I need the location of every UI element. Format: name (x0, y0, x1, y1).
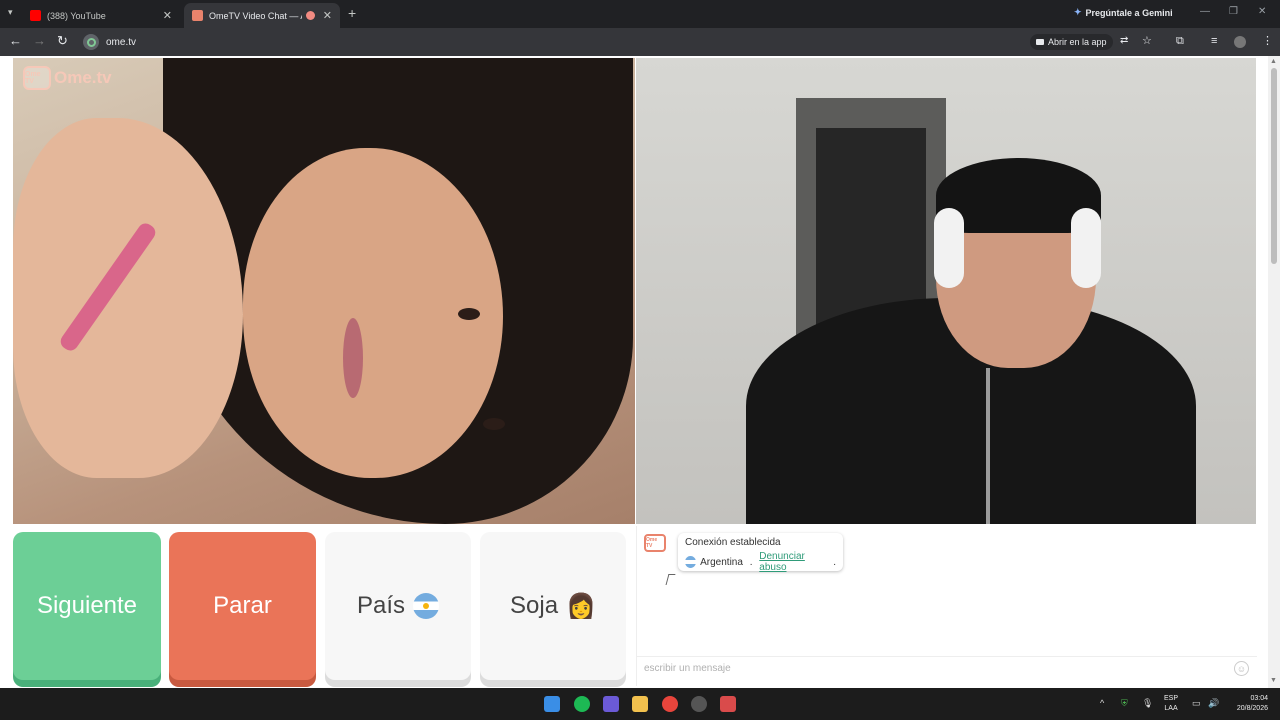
page-content: Ome TV Ome.tv Siguiente Parar País Soja … (0, 56, 1280, 688)
os-taskbar: ^ ⛨ 🎙 ESP LAA ▭ 🔊 03:04 20/8/2026 (0, 688, 1280, 720)
open-in-app-label: Abrir en la app (1048, 37, 1107, 47)
separator: . (746, 556, 756, 568)
chat-panel: Ome TV Conexión establecida Argentina . … (636, 526, 1257, 686)
tray-chevron-icon[interactable]: ^ (1100, 698, 1104, 708)
profile-avatar[interactable] (1234, 36, 1246, 48)
gemini-label: Pregúntale a Gemini (1085, 7, 1173, 18)
stranger-video: Ome TV Ome.tv (13, 58, 635, 524)
clock-time: 03:04 (1250, 695, 1268, 702)
mouse-cursor-icon (665, 574, 676, 585)
gender-filter-button[interactable]: Soja 👩 (480, 532, 626, 680)
headphone-right (1071, 208, 1101, 288)
gemini-sparkle-icon: ✦ (1074, 7, 1082, 17)
country-filter-button[interactable]: País (325, 532, 471, 680)
stop-button[interactable]: Parar (169, 532, 316, 680)
headphone-left (934, 208, 964, 288)
connection-message: Conexión establecida (685, 537, 781, 548)
more-menu-icon[interactable]: ⋮ (1262, 34, 1273, 48)
spotify-icon[interactable] (574, 696, 590, 712)
browser-toolbar: ← → ↻ ome.tv Abrir en la app ⇄ ☆ ⧉ ≡ ⋮ (0, 28, 1280, 56)
bookmark-star-icon[interactable]: ☆ (1142, 34, 1152, 48)
minimize-icon[interactable]: — (1200, 6, 1210, 17)
stop-label: Parar (213, 592, 272, 619)
ometv-brand-text: Ome.tv (54, 68, 112, 87)
windows-start-icon[interactable] (544, 696, 560, 712)
stranger-eye (458, 308, 480, 320)
next-label: Siguiente (36, 592, 138, 619)
next-button[interactable]: Siguiente (13, 532, 161, 680)
microphone-icon[interactable]: 🎙 (1142, 698, 1153, 709)
tab-title: (388) YouTube (47, 10, 106, 21)
stranger-mouth (343, 318, 363, 398)
file-explorer-icon[interactable] (632, 696, 648, 712)
page-scrollbar[interactable]: ▲ ▼ (1268, 56, 1280, 688)
system-clock[interactable]: 03:04 20/8/2026 (1228, 694, 1268, 714)
hoodie-zipper (986, 368, 990, 524)
scroll-down-arrow-icon[interactable]: ▼ (1270, 677, 1277, 684)
extensions-icon[interactable]: ⧉ (1176, 34, 1184, 48)
argentina-flag-icon (413, 593, 440, 619)
app-icon[interactable] (720, 696, 736, 712)
back-arrow-icon[interactable]: ← (9, 34, 22, 48)
tab-title: OmeTV Video Chat — Alter (209, 10, 302, 21)
gender-label: Soja (510, 592, 559, 619)
volume-icon[interactable]: 🔊 (1208, 698, 1219, 709)
emoji-picker-icon[interactable]: ☺ (1234, 661, 1249, 676)
security-shield-icon[interactable]: ⛨ (1121, 698, 1128, 709)
stranger-eye (483, 418, 505, 430)
open-in-app-button[interactable]: Abrir en la app (1030, 34, 1113, 50)
tab-search-chevron-icon[interactable]: ▾ (8, 7, 13, 18)
woman-emoji-icon: 👩 (566, 592, 596, 620)
obs-icon[interactable] (691, 696, 707, 712)
tab-close-icon[interactable]: ✕ (323, 9, 332, 22)
url-text[interactable]: ome.tv (106, 37, 136, 48)
app-icon (1036, 39, 1044, 45)
scroll-up-arrow-icon[interactable]: ▲ (1270, 58, 1277, 65)
display-icon[interactable]: ▭ (1192, 698, 1201, 709)
country-name: Argentina (700, 556, 743, 568)
close-window-icon[interactable]: ✕ (1258, 6, 1266, 17)
argentina-flag-icon (685, 556, 697, 568)
restore-icon[interactable]: ❐ (1229, 6, 1238, 17)
address-bar[interactable]: ome.tv (80, 31, 1140, 53)
youtube-favicon-icon (30, 10, 41, 21)
language-indicator[interactable]: ESP LAA (1164, 694, 1178, 714)
self-video (636, 58, 1256, 524)
ometv-favicon-icon (192, 10, 203, 21)
reload-icon[interactable]: ↻ (57, 34, 68, 48)
message-bar: ☺ (637, 656, 1257, 680)
recording-indicator-icon (305, 11, 315, 20)
ometv-tv-icon: Ome TV (23, 66, 51, 90)
new-tab-button[interactable]: + (348, 5, 356, 21)
system-message: Conexión establecida Argentina . Denunci… (678, 533, 843, 573)
language-code: ESP (1164, 695, 1179, 702)
translate-icon[interactable]: ⇄ (1120, 34, 1128, 48)
report-abuse-link[interactable]: Denunciar abuso (759, 551, 829, 573)
chrome-icon[interactable] (662, 696, 678, 712)
clock-date: 20/8/2026 (1236, 705, 1268, 712)
reading-list-icon[interactable]: ≡ (1211, 34, 1217, 48)
tab-close-icon[interactable]: ✕ (163, 9, 172, 22)
tab-youtube[interactable]: (388) YouTube ✕ (22, 3, 180, 28)
country-label: País (356, 592, 406, 619)
tab-ometv[interactable]: OmeTV Video Chat — Alter ✕ (184, 3, 340, 28)
forward-arrow-icon[interactable]: → (33, 34, 46, 48)
gemini-button[interactable]: ✦ Pregúntale a Gemini (1074, 7, 1173, 18)
report-suffix: . (833, 556, 836, 568)
scrollbar-thumb[interactable] (1271, 68, 1277, 264)
browser-tab-strip: ▾ (388) YouTube ✕ OmeTV Video Chat — Alt… (0, 0, 1280, 28)
site-info-icon[interactable] (83, 34, 99, 50)
ometv-logo: Ome TV Ome.tv (23, 66, 112, 90)
app-icon[interactable] (603, 696, 619, 712)
ometv-chat-logo-icon: Ome TV (644, 534, 666, 552)
message-input[interactable] (644, 663, 1204, 674)
keyboard-layout: LAA (1164, 705, 1178, 712)
